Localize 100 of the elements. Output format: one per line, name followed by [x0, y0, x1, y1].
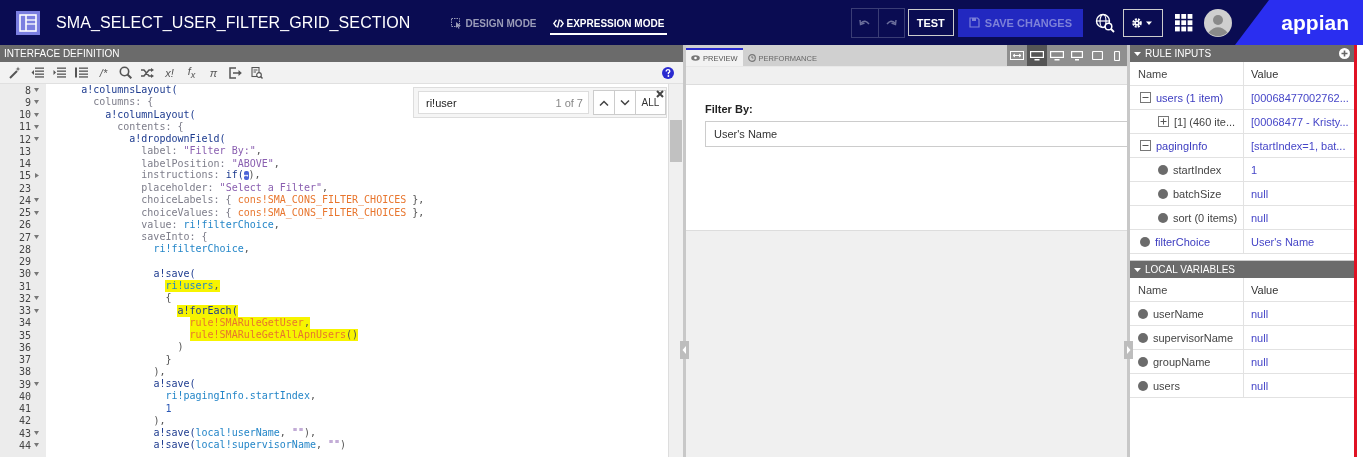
variable-value: null: [1250, 354, 1270, 370]
add-icon[interactable]: [1339, 48, 1350, 59]
variable-name: groupName: [1153, 355, 1211, 368]
mode-tab[interactable]: EXPRESSION MODE: [549, 10, 668, 35]
fold-toggle-icon[interactable]: [34, 296, 39, 301]
desktop-icon: [1030, 50, 1044, 61]
collapse-handle[interactable]: [1124, 341, 1133, 359]
search-icon[interactable]: [119, 66, 132, 79]
fold-toggle-icon[interactable]: [34, 235, 39, 240]
cursor-select-icon: [451, 17, 463, 29]
test-button[interactable]: TEST: [907, 9, 954, 36]
line-number: 25: [17, 207, 31, 219]
magic-wand-icon[interactable]: [9, 66, 22, 79]
caret-icon[interactable]: [1134, 267, 1141, 272]
fold-toggle-icon[interactable]: [34, 124, 39, 129]
document-search-icon[interactable]: [251, 66, 263, 79]
line-number: 36: [17, 341, 31, 353]
shuffle-icon[interactable]: [141, 66, 154, 79]
input-name: [1] (460 ite...: [1174, 115, 1236, 128]
input-name[interactable]: users (1 item): [1156, 91, 1224, 104]
bullet-icon: [1138, 380, 1148, 391]
device-size-button[interactable]: [1027, 45, 1047, 66]
code-line: ): [177, 341, 184, 354]
code-line: ri!pagingInfo.startIndex,: [165, 390, 316, 403]
mode-tab[interactable]: DESIGN MODE: [448, 10, 540, 35]
toolbar-button[interactable]: f$_{x}$: [185, 64, 198, 81]
code-line: ri!filterChoice,: [153, 243, 250, 256]
bullet-icon: [1158, 188, 1168, 199]
line-number: 31: [17, 280, 31, 292]
code-line: choiceValues: { cons!SMA_CONS_FILTER_CHOICES },: [141, 206, 425, 219]
fold-toggle-icon[interactable]: [34, 382, 39, 387]
fold-toggle-icon[interactable]: [34, 198, 39, 203]
section-title: RULE INPUTS: [1145, 48, 1212, 59]
input-name[interactable]: filterChoice: [1155, 235, 1211, 248]
scrollbar-thumb[interactable]: [670, 120, 682, 162]
input-value: null: [1250, 186, 1270, 202]
collapse-handle[interactable]: [680, 341, 689, 359]
section-header: INTERFACE DEFINITION: [0, 45, 683, 62]
phone-icon: [1114, 50, 1120, 61]
fold-toggle-icon[interactable]: [34, 210, 39, 215]
fold-toggle-icon[interactable]: [34, 88, 39, 93]
input-name: startIndex: [1173, 163, 1222, 176]
filter-dropdown[interactable]: User's Name: [705, 121, 1127, 147]
fold-toggle-icon[interactable]: [34, 173, 39, 179]
code-line: columns: {: [93, 96, 154, 109]
chevron-down-icon: [620, 99, 630, 106]
bullet-icon: [1138, 332, 1148, 343]
collapse-icon[interactable]: [1140, 92, 1151, 103]
settings-menu-button[interactable]: [1123, 8, 1163, 37]
line-number: 32: [17, 292, 31, 304]
fold-toggle-icon[interactable]: [34, 443, 39, 448]
input-value: [00068477002762...: [1250, 90, 1350, 106]
export-icon[interactable]: [229, 66, 242, 79]
find-field[interactable]: ri!user 1 of 7: [418, 91, 589, 114]
undo-icon: [858, 17, 871, 28]
caret-icon[interactable]: [1134, 51, 1141, 56]
layout-icon: [16, 10, 40, 35]
expand-icon[interactable]: [1158, 116, 1169, 127]
code-line: label: "Filter By:",: [141, 145, 262, 158]
line-number: 44: [17, 439, 31, 451]
app-grid-icon[interactable]: [1175, 13, 1193, 32]
fold-toggle-icon[interactable]: [34, 308, 39, 313]
fold-toggle-icon[interactable]: [34, 112, 39, 117]
line-number: 38: [17, 366, 31, 378]
toolbar-button[interactable]: /*: [97, 66, 110, 79]
line-number: 30: [17, 268, 31, 280]
line-number: 35: [17, 329, 31, 341]
close-icon[interactable]: [656, 90, 664, 98]
fold-toggle-icon[interactable]: [34, 271, 39, 276]
code-icon: [552, 17, 564, 29]
align-lines-icon[interactable]: [75, 67, 88, 78]
help-icon[interactable]: [662, 66, 674, 79]
bullet-icon: [1138, 356, 1148, 367]
variable-value: null: [1250, 306, 1270, 322]
code-line: a!columnsLayout(: [81, 84, 178, 97]
bullet-icon: [1140, 236, 1150, 247]
toolbar-button[interactable]: π: [207, 66, 220, 79]
indent-icon[interactable]: [53, 67, 66, 78]
toolbar-button[interactable]: x!: [163, 66, 176, 79]
fold-toggle-icon[interactable]: [34, 137, 39, 142]
fold-toggle-icon[interactable]: [34, 431, 39, 436]
user-avatar[interactable]: [1204, 8, 1232, 37]
fold-toggle-icon[interactable]: [34, 100, 39, 105]
input-value: null: [1250, 210, 1270, 226]
code-line: a!dropdownField(: [129, 133, 226, 146]
column-header: Value: [1250, 282, 1280, 298]
input-value: User's Name: [1250, 234, 1316, 250]
line-number: 29: [17, 256, 31, 268]
code-line: placeholder: "Select a Filter",: [141, 182, 328, 195]
monitor-icon: [1071, 50, 1083, 61]
line-number: 34: [17, 317, 31, 329]
input-name[interactable]: pagingInfo: [1156, 139, 1208, 152]
outdent-icon[interactable]: [31, 67, 44, 78]
input-value: [startIndex=1, bat...: [1250, 138, 1347, 154]
tablet-icon: [1091, 51, 1103, 60]
collapse-icon[interactable]: [1140, 140, 1151, 151]
globe-search-icon[interactable]: [1095, 12, 1115, 33]
line-number: 14: [17, 158, 31, 170]
interface-title: SMA_SELECT_USER_FILTER_GRID_SECTION: [56, 13, 411, 32]
variable-name: userName: [1153, 307, 1204, 320]
